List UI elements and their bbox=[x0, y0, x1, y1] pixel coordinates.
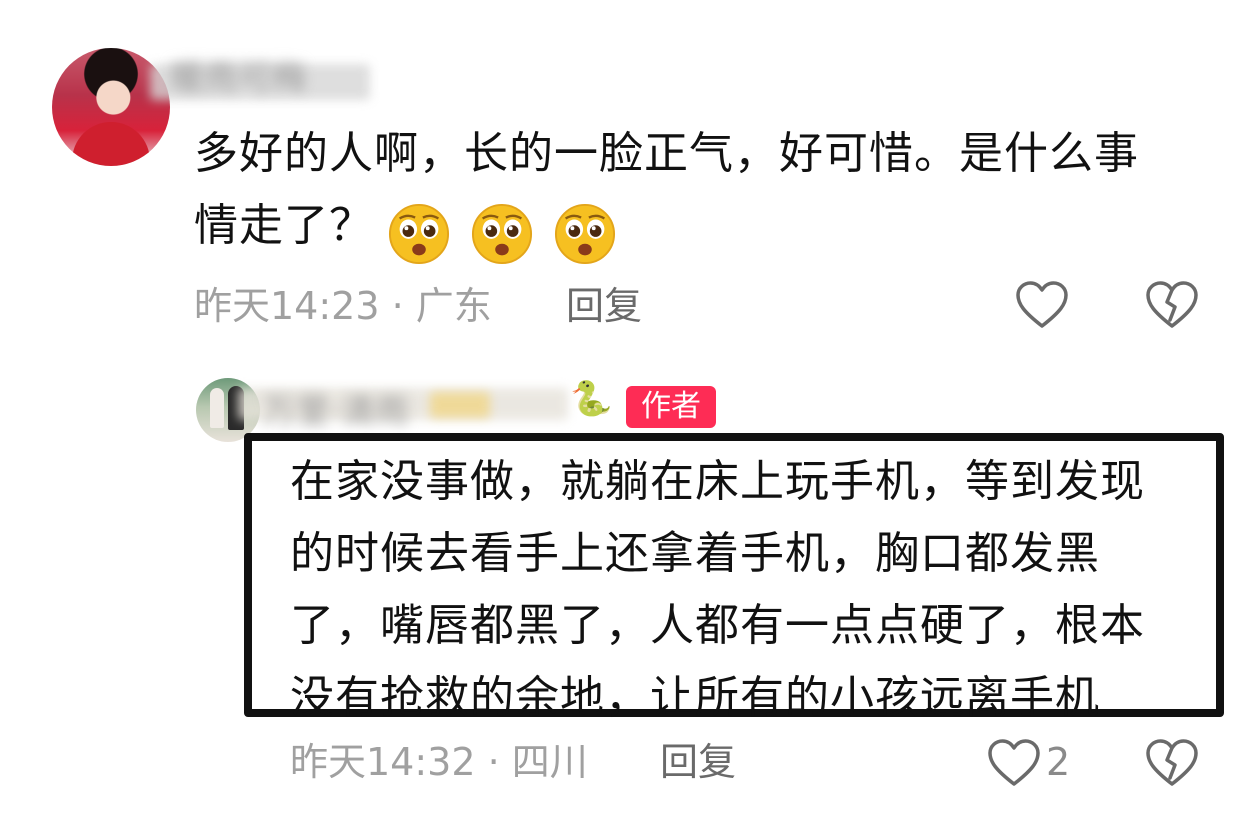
heart-icon[interactable] bbox=[1014, 280, 1070, 330]
username-blur bbox=[430, 392, 490, 418]
username[interactable]: 万里·清雨 bbox=[262, 384, 409, 433]
comment-line-with-emoji: 情走了？ bbox=[194, 190, 1214, 265]
heart-icon[interactable] bbox=[986, 738, 1042, 788]
meta-separator: · bbox=[487, 740, 500, 784]
comment-meta: 昨天14:32 · 四川 bbox=[290, 738, 588, 786]
comment-body: 多好的人啊，长的一脸正气，好可惜。是什么事 情走了？ bbox=[194, 118, 1214, 265]
comment-line: 了，嘴唇都黑了，人都有一点点硬了，根本 bbox=[290, 600, 1145, 651]
comment-line: 在家没事做，就躺在床上玩手机，等到发现 bbox=[290, 456, 1145, 507]
comment-line: 的时候去看手上还拿着手机，胸口都发黑 bbox=[290, 528, 1100, 579]
pleading-face-icon bbox=[388, 203, 450, 265]
avatar-figure bbox=[210, 388, 224, 428]
broken-heart-icon[interactable] bbox=[1144, 738, 1200, 788]
comment-location: 四川 bbox=[511, 740, 588, 784]
comment-time: 昨天14:32 bbox=[290, 740, 476, 784]
comment-body: 在家没事做，就躺在床上玩手机，等到发现 的时候去看手上还拿着手机，胸口都发黑 了… bbox=[290, 446, 1220, 734]
pleading-face-icon bbox=[554, 203, 616, 265]
broken-heart-icon[interactable] bbox=[1144, 280, 1200, 330]
comment-location: 广东 bbox=[415, 284, 492, 328]
reply-button[interactable]: 回复 bbox=[566, 282, 642, 330]
comment-line: 没有抢救的余地，让所有的小孩远离手机 bbox=[290, 672, 1100, 723]
comment-line: 情走了？ bbox=[194, 200, 374, 251]
like-count: 2 bbox=[1046, 740, 1071, 784]
pleading-face-icon bbox=[471, 203, 533, 265]
avatar-figure bbox=[72, 122, 150, 166]
username[interactable]: 暖雨可梅 bbox=[170, 50, 306, 99]
comment-time: 昨天14:23 bbox=[194, 284, 380, 328]
meta-separator: · bbox=[391, 284, 404, 328]
author-badge: 作者 bbox=[626, 386, 716, 428]
snake-icon: 🐍 bbox=[570, 379, 613, 419]
comment-meta: 昨天14:23 · 广东 bbox=[194, 282, 492, 330]
reply-button[interactable]: 回复 bbox=[660, 738, 736, 786]
comment-line: 多好的人啊，长的一脸正气，好可惜。是什么事 bbox=[194, 128, 1139, 179]
emoji-row bbox=[388, 196, 622, 265]
